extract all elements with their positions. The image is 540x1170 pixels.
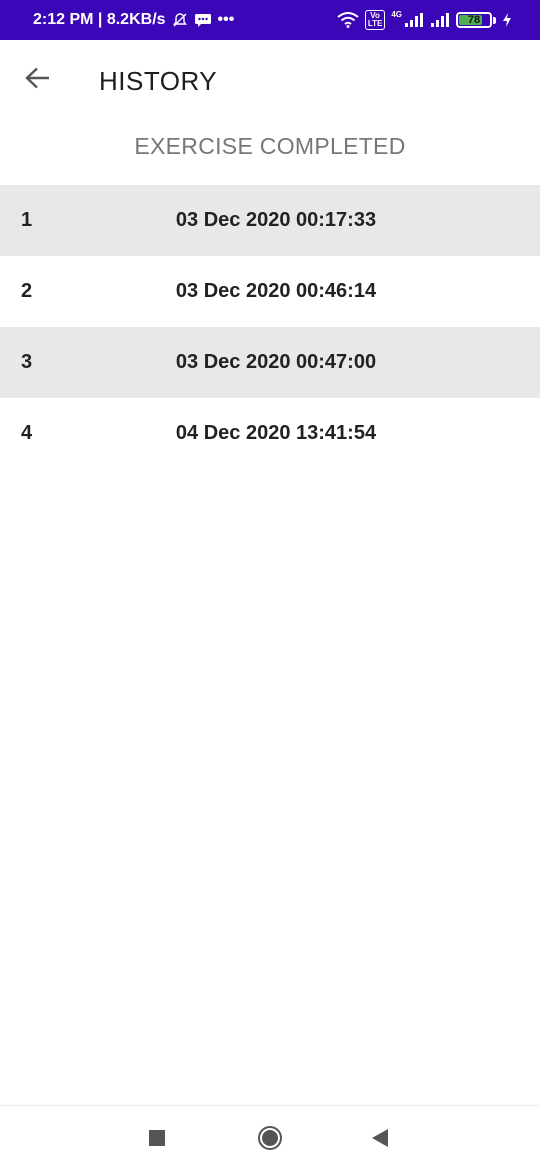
app-bar: HISTORY	[0, 40, 540, 120]
recents-button[interactable]	[143, 1126, 171, 1154]
signal-icon	[404, 12, 424, 28]
row-date: 03 Dec 2020 00:47:00	[175, 351, 377, 373]
wifi-icon	[337, 12, 359, 28]
history-row[interactable]: 2 03 Dec 2020 00:46:14	[0, 256, 540, 327]
recents-square-icon	[148, 1129, 166, 1152]
battery-icon: 78	[456, 12, 496, 28]
history-row[interactable]: 4 04 Dec 2020 13:41:54	[0, 398, 540, 469]
section-heading: EXERCISE COMPLETED	[134, 133, 406, 159]
bell-off-icon	[172, 12, 188, 28]
network-type-label: 4G	[391, 9, 402, 19]
nav-back-button[interactable]	[366, 1126, 394, 1154]
status-time-speed: 2:12 PM | 8.2KB/s	[33, 11, 166, 28]
message-icon	[194, 12, 212, 28]
status-bar: 2:12 PM | 8.2KB/s ••• Vo LTE 4G 78	[0, 0, 540, 40]
row-date: 03 Dec 2020 00:17:33	[175, 209, 377, 231]
row-date: 04 Dec 2020 13:41:54	[175, 422, 377, 444]
home-button[interactable]	[256, 1125, 284, 1156]
row-date: 03 Dec 2020 00:46:14	[175, 280, 377, 302]
history-row[interactable]: 3 03 Dec 2020 00:47:00	[0, 327, 540, 398]
page-title: HISTORY	[99, 66, 218, 96]
back-triangle-icon	[371, 1128, 389, 1153]
home-circle-icon	[257, 1125, 283, 1156]
back-button[interactable]	[20, 62, 56, 98]
system-nav-bar	[0, 1105, 540, 1170]
volte-icon: Vo LTE	[364, 10, 386, 30]
signal-2-icon	[430, 12, 450, 28]
history-row[interactable]: 1 03 Dec 2020 00:17:33	[0, 185, 540, 256]
arrow-left-icon	[25, 67, 51, 94]
battery-level: 78	[467, 14, 481, 26]
more-notifications-indicator: •••	[217, 11, 235, 28]
history-list: 1 03 Dec 2020 00:17:33 2 03 Dec 2020 00:…	[0, 185, 540, 469]
charging-icon	[502, 12, 512, 28]
